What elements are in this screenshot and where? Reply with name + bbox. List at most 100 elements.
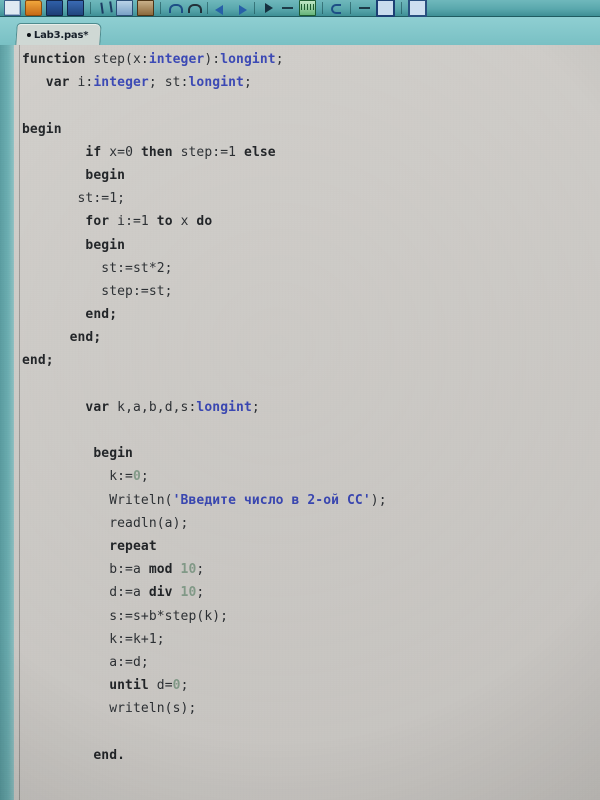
new-file-icon[interactable] [4,0,21,16]
code-token: 1 [228,144,237,160]
code-token: d= [156,678,173,694]
code-line: st:=st*2; [22,257,600,280]
code-token: i:=1 [117,214,157,230]
code-token: k,a,b,d,s: [117,399,197,415]
copy-icon[interactable] [116,0,133,16]
cut-scissors-icon[interactable] [97,1,112,15]
code-token: var [85,399,118,415]
stop-icon[interactable] [299,0,316,16]
code-line: readln(a); [22,512,600,535]
code-token: d:=a [22,585,149,601]
code-token: 10 [180,585,197,601]
redo-icon[interactable] [186,1,202,15]
code-line: var i:integer; st:longint; [22,71,600,94]
code-line: a:=d; [22,651,600,674]
code-token: ; [244,75,252,91]
navigate-back-icon[interactable] [214,1,229,15]
navigate-forward-icon[interactable] [233,1,248,15]
tab-lab3-pas[interactable]: Lab3.pas* [15,23,103,46]
code-line: b:=a mod 10; [22,558,600,581]
code-line: writeln(s); [22,697,600,720]
code-line: begin [22,234,600,257]
code-token: b:=a [22,562,149,578]
code-token: end; [22,353,54,369]
code-token: ; [140,469,149,485]
code-token: ); [370,492,387,508]
code-token: x= [109,144,126,160]
run-icon[interactable] [261,1,276,15]
code-line: s:=s+b*step(k); [22,605,600,628]
code-token: else [244,144,276,160]
modified-dot-icon [26,33,31,37]
code-token: integer [93,75,149,91]
code-token: 10 [180,562,197,578]
code-token: longint [188,75,244,91]
code-line: repeat [22,535,600,558]
toggle-unit-icon[interactable] [408,0,427,17]
code-token: for [85,214,118,230]
code-token: k:= [22,469,133,485]
code-token: begin [93,446,133,462]
code-token: 'Введите число в 2-ой СС' [172,492,371,508]
code-token: 0 [172,678,181,694]
code-token: do [196,214,213,230]
code-token: st:=1; [22,191,126,207]
editor-tab-strip: Lab3.pas* [0,17,600,46]
pause-icon[interactable] [280,1,295,15]
save-all-icon[interactable] [67,0,84,16]
editor-gutter-divider [19,45,20,800]
code-token: begin [22,121,62,137]
code-token: readln(a); [22,515,189,531]
undo-icon[interactable] [167,1,183,15]
step-into-icon[interactable] [357,1,372,15]
code-token: ; [196,585,205,601]
code-token: st:=st*2; [22,260,173,276]
code-line: d:=a div 10; [22,581,600,604]
toolbar-separator [350,2,351,14]
code-line: end; [22,303,600,326]
editor-left-bar [0,45,14,800]
code-token: then [140,144,181,160]
code-token: step:= [180,144,229,160]
code-token: to [156,214,181,230]
code-token: end. [93,747,126,763]
code-line: function step(x:integer):longint; [22,48,600,71]
code-line: begin [22,442,600,465]
code-token: ; [180,678,189,694]
code-token: k:=k+1; [22,631,165,647]
source-code[interactable]: function step(x:integer):longint; var i:… [22,48,600,767]
code-token: integer [148,52,205,67]
code-line: for i:=1 to x do [22,210,600,233]
code-token: end; [85,307,118,323]
code-token: i: [77,75,94,91]
tab-label: Lab3.pas* [33,29,89,41]
step-over-icon[interactable] [329,1,344,15]
code-editor[interactable]: function step(x:integer):longint; var i:… [0,45,600,800]
toolbar-separator [322,2,323,14]
code-line: if x=0 then step:=1 else [22,141,600,164]
code-token: a:=d; [22,654,149,670]
paste-icon[interactable] [137,0,154,16]
open-folder-icon[interactable] [25,0,42,16]
code-line: end; [22,326,600,349]
code-line: end; [22,349,600,372]
save-icon[interactable] [46,0,63,16]
toggle-form-icon[interactable] [376,0,395,17]
code-line: until d=0; [22,674,600,697]
code-token: longint [220,52,276,67]
code-token: until [109,678,157,694]
